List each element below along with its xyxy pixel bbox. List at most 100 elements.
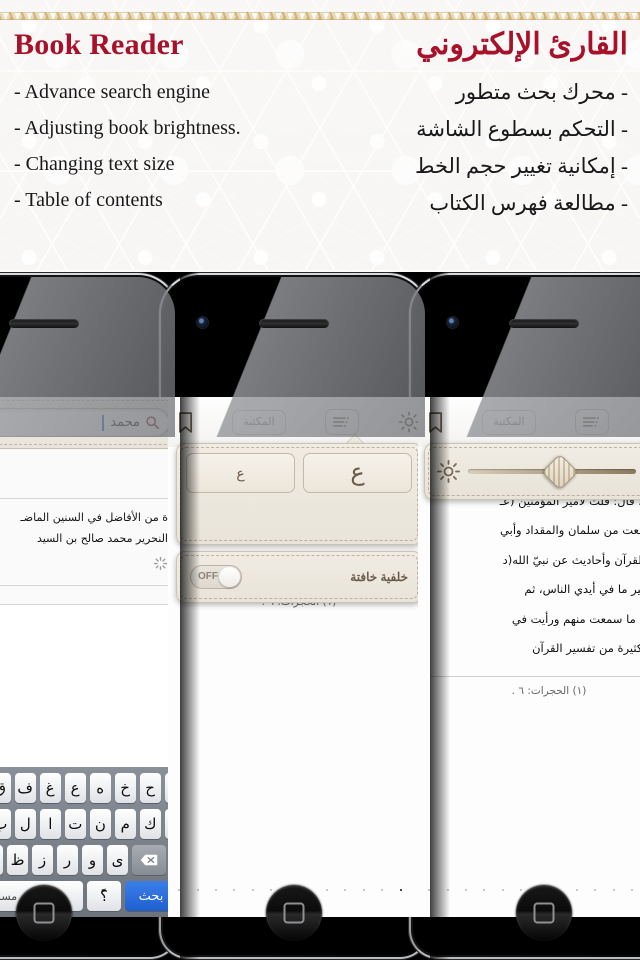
app-screen-font-size: المكتبة تفسير القرآن وأحاديث عن نبيّ الل… [168, 397, 425, 917]
page-text-line-5: آله) غير ما في أيدي الناس، ثم [524, 582, 640, 596]
brightness-popover [424, 443, 640, 500]
reader-page-content: ؤمنين (عليه السلام) فيما رواه سـ هلالي، … [418, 447, 640, 917]
key-beh[interactable]: ب [0, 809, 11, 839]
front-camera-icon [197, 317, 208, 328]
search-result-title: محمد سند [0, 458, 168, 489]
progress-dot [612, 889, 615, 891]
progress-dot [233, 889, 236, 891]
table-of-contents-button[interactable] [324, 409, 359, 435]
library-button[interactable]: المكتبة [482, 409, 536, 435]
promo-feature-ar-3: - إمكانية تغيير حجم الخط [415, 154, 628, 178]
home-button-icon[interactable] [516, 885, 572, 941]
progress-dot [594, 889, 597, 891]
phone-glass: المكتبة تفسير القرآن وأحاديث عن نبيّ الل… [163, 277, 425, 955]
phone-mockup-search: محمد إلغاء محمد سند ة من الأفاض [0, 272, 180, 960]
brightness-slider-handle[interactable] [542, 453, 579, 490]
table-of-contents-icon [333, 417, 350, 427]
key-kaf[interactable]: ك [139, 809, 161, 839]
key-khah[interactable]: خ [114, 773, 136, 803]
search-result-item-3[interactable] [0, 586, 175, 605]
key-zain[interactable]: ز [32, 845, 53, 875]
search-bar: محمد إلغاء [0, 397, 175, 449]
key-feh[interactable]: ف [14, 773, 36, 803]
progress-dot [520, 889, 523, 891]
search-input-value: محمد [110, 415, 140, 430]
reader-toolbar: المكتبة [168, 397, 425, 447]
search-input[interactable]: محمد [0, 408, 170, 437]
backspace-icon [140, 854, 158, 866]
promo-feature-en-3: - Changing text size [14, 153, 175, 175]
key-backspace[interactable] [132, 845, 166, 875]
progress-dot [251, 889, 254, 891]
keyboard-row-1: ج ح خ ه ع غ ف ق ث ص ض [0, 773, 175, 803]
progress-dot [215, 889, 218, 891]
promo-feature-ar-4: - مطالعة فهرس الكتاب [429, 191, 628, 215]
progress-dot [344, 889, 347, 891]
font-size-decrease-button[interactable]: ع [186, 453, 295, 493]
promo-feature-en-2: - Adjusting book brightness. [14, 117, 241, 139]
key-alef-maqsura[interactable]: ى [107, 845, 128, 875]
keyboard-row-2: ق ك م ن ت ا ل ب ي س ش [0, 809, 175, 839]
key-qaf[interactable]: ق [0, 773, 11, 803]
key-meem[interactable]: م [114, 809, 136, 839]
speaker-grille-icon [259, 319, 329, 328]
brightness-slider[interactable] [468, 453, 636, 490]
phone-glass: محمد إلغاء محمد سند ة من الأفاض [0, 277, 175, 955]
page-text-line-4: سير القرآن وأحاديث عن نبيّ الله(د [502, 552, 640, 567]
bookmark-icon[interactable] [428, 411, 443, 433]
key-ghain[interactable]: غ [39, 773, 61, 803]
progress-dot [399, 889, 402, 891]
phone-body: المكتبة ؤمنين (عليه السلام) فيما رواه سـ… [408, 272, 640, 960]
key-reh[interactable]: ر [57, 845, 78, 875]
key-noon[interactable]: ن [89, 809, 111, 839]
promo-banner: Book Reader - Advance search engine - Ad… [0, 0, 640, 272]
key-ain[interactable]: ع [64, 773, 86, 803]
front-camera-icon [447, 317, 458, 328]
key-heh[interactable]: ه [89, 773, 111, 803]
library-button[interactable]: المكتبة [232, 409, 286, 435]
key-symbols[interactable]: ؟ً [87, 881, 121, 911]
home-button-icon[interactable] [16, 885, 72, 941]
font-size-card: ع ع [176, 443, 422, 545]
bookmark-icon[interactable] [178, 411, 193, 433]
key-teh[interactable]: ت [64, 809, 86, 839]
toggle-knob [219, 567, 240, 587]
key-zah[interactable]: ظ [7, 845, 28, 875]
search-result-snippet-line-2: النحرير محمد صالح بن السيد [36, 531, 168, 545]
toggle-state-label: OFF [198, 571, 218, 582]
page-text-line-3: ي سمعت من سلمان والمقداد وأبي [500, 523, 640, 537]
footnote-divider [430, 675, 640, 677]
progress-dot [483, 889, 486, 891]
page-text-line-6: صديق ما سمعت منهم ورأيت في [511, 611, 640, 626]
key-lam[interactable]: ل [14, 809, 36, 839]
promo-column-english: Book Reader - Advance search engine - Ad… [14, 30, 314, 218]
dim-background-card: خلفية خافتة OFF [176, 551, 422, 603]
speaker-grille-icon [509, 319, 579, 328]
promo-feature-en-1: - Advance search engine [14, 81, 211, 103]
key-waw[interactable]: و [82, 845, 103, 875]
key-hah[interactable]: ح [139, 773, 161, 803]
promo-feature-list-english: - Advance search engine - Adjusting book… [14, 74, 314, 218]
key-alef[interactable]: ا [39, 809, 61, 839]
progress-dot [428, 889, 431, 891]
promo-title-arabic: القارئ الإلكتروني [416, 28, 628, 61]
progress-dot [381, 889, 384, 891]
key-tah[interactable]: ط [0, 845, 3, 875]
promo-screenshot: Book Reader - Advance search engine - Ad… [0, 0, 640, 960]
phone-glass: المكتبة ؤمنين (عليه السلام) فيما رواه سـ… [413, 277, 640, 955]
progress-dot [575, 889, 578, 891]
text-caret [102, 414, 105, 431]
progress-dot [196, 889, 199, 891]
search-results-list: محمد سند ة من الأفاضل في السنين الماضـ ا… [0, 449, 175, 605]
home-button-icon[interactable] [266, 885, 322, 941]
promo-title-english: Book Reader [14, 28, 184, 61]
promo-feature-en-4: - Table of contents [14, 189, 163, 211]
progress-dot [270, 889, 273, 891]
dim-background-toggle[interactable]: OFF [190, 565, 242, 589]
search-result-item-1[interactable]: محمد سند [0, 449, 175, 499]
brightness-slider-row [437, 453, 640, 490]
sun-icon[interactable] [398, 411, 420, 433]
search-result-item-2[interactable]: ة من الأفاضل في السنين الماضـ النحرير مح… [0, 499, 175, 586]
table-of-contents-button[interactable] [574, 409, 609, 435]
font-size-increase-button[interactable]: ع [303, 453, 412, 493]
